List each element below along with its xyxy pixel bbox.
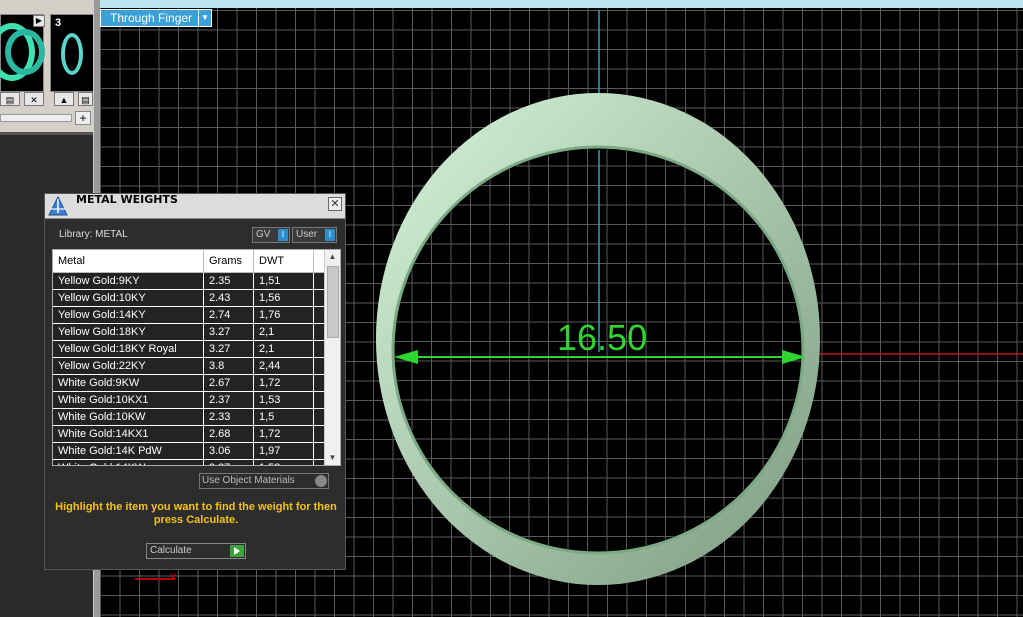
scale-icon [48,195,68,216]
cell-metal: White Gold:10KX1 [53,391,204,409]
cell-metal: Yellow Gold:18KY [53,323,204,341]
user-toggle-label: User [296,229,318,240]
cell-metal: White Gold:14KX1 [53,425,204,443]
cell-grams: 3.06 [203,442,254,460]
use-object-materials-option[interactable]: Use Object Materials [199,473,329,489]
cell-dwt: 1,76 [253,306,314,324]
cell-metal: Yellow Gold:22KY [53,357,204,375]
table-row[interactable]: White Gold:10KW 2.33 1,5 [53,408,330,426]
toggle-knob-icon: I [278,229,288,241]
user-toggle[interactable]: User I [292,227,337,243]
toggle-knob-icon: I [325,229,335,241]
table-body: Yellow Gold:9KY 2.35 1,51 Yellow Gold:10KY 2… [53,272,330,465]
cell-dwt: 1,53 [253,391,314,409]
play-icon [230,545,244,557]
table-scrollbar[interactable]: ▲ ▼ [324,250,340,465]
table-row[interactable]: Yellow Gold:22KY 3.8 2,44 [53,357,330,375]
cell-dwt: 1,97 [253,442,314,460]
cell-metal: White Gold:14K PdW [53,442,204,460]
cell-metal: White Gold:10KW [53,408,204,426]
cell-grams: 2.68 [203,425,254,443]
cell-dwt: 1,72 [253,374,314,392]
instruction-text: Highlight the item you want to find the … [55,501,337,526]
cell-grams: 2.43 [203,289,254,307]
table-row[interactable]: Yellow Gold:18KY Royal 3.27 2,1 [53,340,330,358]
gv-toggle-label: GV [256,229,271,240]
cell-grams: 2.37 [203,391,254,409]
column-header-metal[interactable]: Metal [53,250,204,273]
table-row[interactable]: Yellow Gold:14KY 2.74 1,76 [53,306,330,324]
view-dropdown[interactable]: Through Finger ▼ [100,9,212,27]
metal-weights-dialog: METAL WEIGHTS ✕ Library: METAL GV I User… [44,193,346,570]
calculate-button[interactable]: Calculate [146,543,246,559]
table-row[interactable]: White Gold:10KX1 2.37 1,53 [53,391,330,409]
cell-dwt: 2,44 [253,357,314,375]
table-row[interactable]: Yellow Gold:9KY 2.35 1,51 [53,272,330,290]
scroll-up-icon[interactable]: ▲ [325,250,340,264]
dimension-value: 16.50 [557,317,648,358]
column-header-dwt[interactable]: DWT [253,250,314,273]
cell-dwt: 1,51 [253,272,314,290]
calculate-label: Calculate [150,545,192,556]
cell-metal: White Gold:14KW [53,459,204,465]
cell-grams: 2.74 [203,306,254,324]
cell-metal: Yellow Gold:18KY Royal [53,340,204,358]
gv-toggle[interactable]: GV I [252,227,290,243]
column-header-grams[interactable]: Grams [203,250,254,273]
cell-grams: 3.27 [203,340,254,358]
table-header-row: Metal Grams DWT [53,250,330,273]
table-row[interactable]: White Gold:14K PdW 3.06 1,97 [53,442,330,460]
table-row[interactable]: Yellow Gold:10KY 2.43 1,56 [53,289,330,307]
radio-icon[interactable] [315,475,327,487]
dialog-title: METAL WEIGHTS [76,193,178,206]
cell-metal: Yellow Gold:9KY [53,272,204,290]
close-icon[interactable]: ✕ [328,197,342,211]
scroll-thumb[interactable] [327,266,339,338]
metal-table: Metal Grams DWT Yellow Gold:9KY 2.35 1,51 Y… [52,249,341,466]
dialog-titlebar[interactable]: METAL WEIGHTS ✕ [45,194,345,219]
table-row[interactable]: Yellow Gold:18KY 3.27 2,1 [53,323,330,341]
cell-dwt: 2,1 [253,323,314,341]
use-object-materials-label: Use Object Materials [202,475,295,486]
cell-grams: 2.87 [203,459,254,465]
cell-grams: 2.35 [203,272,254,290]
cell-grams: 2.67 [203,374,254,392]
cell-grams: 3.8 [203,357,254,375]
cell-dwt: 1,58 [253,459,314,465]
table-row[interactable]: White Gold:9KW 2.67 1,72 [53,374,330,392]
cell-metal: Yellow Gold:10KY [53,289,204,307]
chevron-down-icon[interactable]: ▼ [198,10,211,26]
library-label: Library: METAL [59,229,128,240]
cell-dwt: 1,72 [253,425,314,443]
origin-marker-icon: ✕ [169,572,178,583]
table-row[interactable]: White Gold:14KW2.871,58 [53,459,330,465]
cell-dwt: 1,56 [253,289,314,307]
view-dropdown-label: Through Finger [110,11,193,25]
scroll-down-icon[interactable]: ▼ [325,451,340,465]
metal-table-grid: Metal Grams DWT Yellow Gold:9KY 2.35 1,51 Y… [53,250,330,465]
cell-metal: White Gold:9KW [53,374,204,392]
cell-dwt: 2,1 [253,340,314,358]
cell-dwt: 1,5 [253,408,314,426]
cell-grams: 2.33 [203,408,254,426]
cell-metal: Yellow Gold:14KY [53,306,204,324]
cell-grams: 3.27 [203,323,254,341]
table-row[interactable]: White Gold:14KX1 2.68 1,72 [53,425,330,443]
